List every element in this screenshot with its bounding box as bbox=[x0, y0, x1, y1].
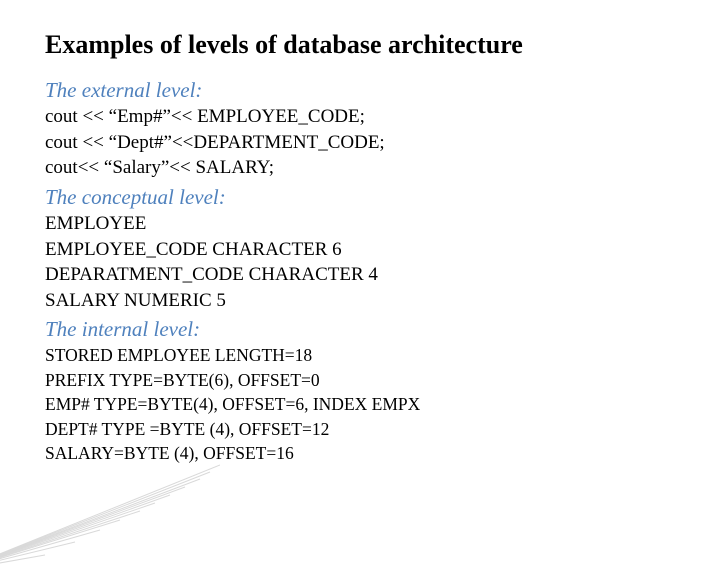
conceptual-line: EMPLOYEE_CODE CHARACTER 6 bbox=[45, 237, 675, 263]
conceptual-line: EMPLOYEE bbox=[45, 211, 675, 237]
page-title: Examples of levels of database architect… bbox=[45, 30, 675, 60]
external-line: cout<< “Salary”<< SALARY; bbox=[45, 155, 675, 181]
internal-line: DEPT# TYPE =BYTE (4), OFFSET=12 bbox=[45, 417, 675, 442]
slide-content: Examples of levels of database architect… bbox=[0, 0, 720, 466]
conceptual-line: DEPARATMENT_CODE CHARACTER 4 bbox=[45, 262, 675, 288]
corner-accent-icon bbox=[0, 460, 220, 570]
conceptual-line: SALARY NUMERIC 5 bbox=[45, 288, 675, 314]
heading-conceptual: The conceptual level: bbox=[45, 185, 675, 210]
internal-line: PREFIX TYPE=BYTE(6), OFFSET=0 bbox=[45, 368, 675, 393]
heading-internal: The internal level: bbox=[45, 317, 675, 342]
internal-line: STORED EMPLOYEE LENGTH=18 bbox=[45, 343, 675, 368]
internal-line: EMP# TYPE=BYTE(4), OFFSET=6, INDEX EMPX bbox=[45, 392, 675, 417]
external-line: cout << “Dept#”<<DEPARTMENT_CODE; bbox=[45, 130, 675, 156]
external-line: cout << “Emp#”<< EMPLOYEE_CODE; bbox=[45, 104, 675, 130]
heading-external: The external level: bbox=[45, 78, 675, 103]
internal-line: SALARY=BYTE (4), OFFSET=16 bbox=[45, 441, 675, 466]
